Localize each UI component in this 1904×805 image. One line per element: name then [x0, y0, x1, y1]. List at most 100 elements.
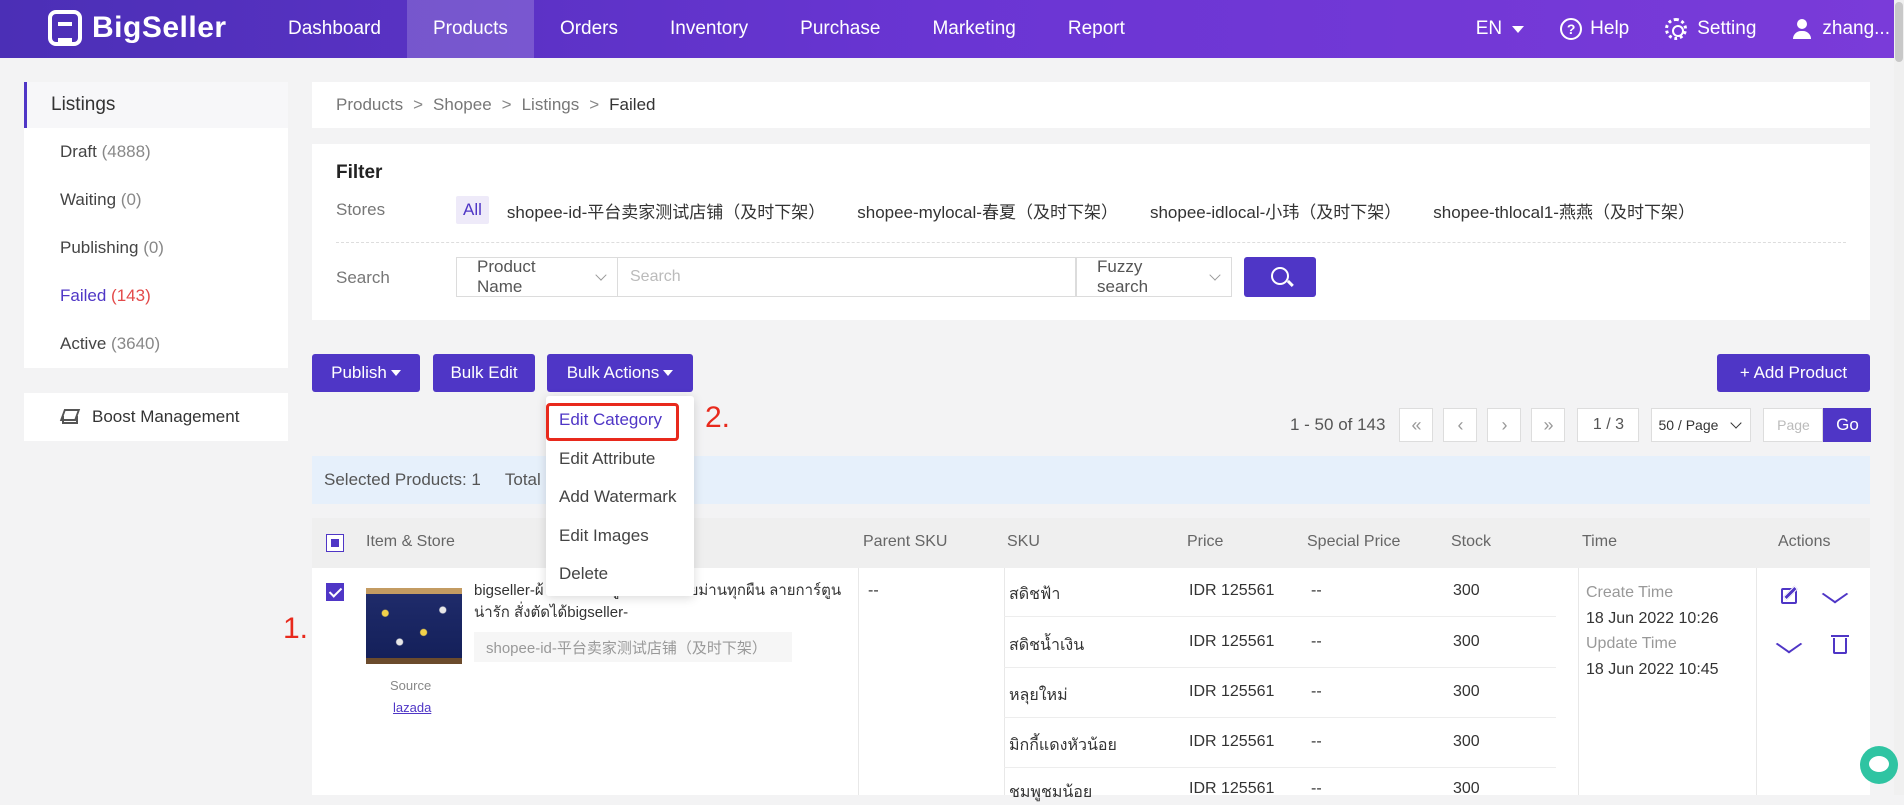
source-link[interactable]: lazada [393, 700, 431, 715]
column-divider [858, 568, 859, 795]
boost-management-link[interactable]: Boost Management [24, 393, 288, 441]
caret-down-icon [390, 370, 401, 376]
search-input[interactable]: Search [618, 257, 1076, 297]
bigseller-logo[interactable]: BigSeller [48, 10, 227, 46]
first-page-button[interactable]: « [1399, 408, 1434, 442]
publish-icon[interactable] [1821, 584, 1849, 604]
republish-icon[interactable] [1775, 634, 1803, 654]
parent-sku: -- [868, 582, 879, 599]
row-divider [1004, 616, 1556, 617]
sidebar-item-label: Draft [60, 142, 97, 161]
page-scrollbar[interactable] [1894, 0, 1904, 795]
store-tag: shopee-id-平台卖家测试店铺（及时下架） [474, 632, 792, 662]
page-size-select[interactable]: 50 / Page [1651, 408, 1752, 442]
language-selector[interactable]: EN [1475, 18, 1525, 40]
search-label: Search [336, 268, 390, 287]
delete-icon[interactable] [1831, 635, 1849, 654]
sidebar-item-failed[interactable]: Failed (143) [24, 272, 288, 320]
variant-stock: 300 [1453, 733, 1480, 750]
search-button[interactable] [1244, 257, 1316, 297]
breadcrumb-separator: > [413, 95, 424, 114]
last-page-button[interactable]: » [1531, 408, 1566, 442]
chevron-down-icon [1730, 416, 1743, 429]
store-option-all[interactable]: All [456, 196, 489, 224]
breadcrumb-products[interactable]: Products [336, 95, 403, 115]
table-row: Source lazada bigseller-ผ้ ... กว้าง3 สู… [312, 568, 1870, 801]
publish-button[interactable]: Publish [312, 354, 420, 392]
menu-item-edit-attribute[interactable]: Edit Attribute [559, 449, 655, 469]
row-divider [1004, 667, 1556, 668]
variant-sku: หลุยใหม่ [1009, 687, 1068, 704]
sidebar-item-publishing[interactable]: Publishing (0) [24, 224, 288, 272]
create-time-value: 18 Jun 2022 10:26 [1586, 609, 1719, 627]
publish-label: Publish [331, 363, 387, 382]
variant-sku: มิกกี้แดงหัวน้อย [1009, 737, 1117, 754]
row-checkbox[interactable] [326, 583, 344, 601]
menu-item-delete[interactable]: Delete [559, 564, 608, 584]
bulk-edit-button[interactable]: Bulk Edit [433, 354, 535, 392]
scrollbar-thumb[interactable] [1895, 2, 1903, 62]
help-link[interactable]: ? Help [1560, 18, 1629, 40]
user-menu[interactable]: zhang... [1792, 18, 1890, 40]
menu-item-add-watermark[interactable]: Add Watermark [559, 487, 676, 507]
bulk-actions-label: Bulk Actions [566, 363, 660, 382]
nav-products[interactable]: Products [406, 0, 534, 58]
nav-dashboard[interactable]: Dashboard [262, 0, 407, 58]
variant-price: IDR 125561 [1189, 582, 1275, 599]
layers-icon [60, 409, 78, 425]
sidebar-item-active[interactable]: Active (3640) [24, 320, 288, 368]
sidebar-item-count: (0) [120, 190, 142, 209]
search-mode-select[interactable]: Fuzzy search [1076, 257, 1232, 297]
breadcrumb: Products > Shopee > Listings > Failed [312, 82, 1870, 128]
store-option[interactable]: shopee-mylocal-春夏（及时下架） [857, 198, 1118, 223]
page-jump-input[interactable]: Page [1763, 408, 1824, 442]
select-all-checkbox[interactable] [326, 534, 344, 552]
column-actions: Actions [1778, 533, 1831, 550]
prev-page-button[interactable]: ‹ [1443, 408, 1478, 442]
breadcrumb-separator: > [589, 95, 600, 114]
pagination-range: 1 - 50 of 143 [1290, 415, 1386, 434]
column-special-price: Special Price [1307, 533, 1401, 550]
column-item-store: Item & Store [366, 533, 455, 550]
nav-report[interactable]: Report [1042, 0, 1151, 58]
language-label: EN [1475, 18, 1503, 39]
search-field-select[interactable]: Product Name [456, 257, 618, 297]
help-icon: ? [1560, 18, 1583, 40]
variant-price: IDR 125561 [1189, 633, 1275, 650]
chevron-down-icon [595, 268, 607, 281]
column-stock: Stock [1451, 533, 1492, 550]
store-option[interactable]: shopee-idlocal-小玮（及时下架） [1150, 198, 1401, 223]
menu-item-edit-images[interactable]: Edit Images [559, 526, 649, 546]
variant-price: IDR 125561 [1189, 733, 1275, 750]
user-name: zhang... [1822, 18, 1890, 39]
variant-sku: สดิชฟ้า [1009, 586, 1061, 603]
column-parent-sku: Parent SKU [863, 533, 948, 550]
update-time-label: Update Time [1586, 635, 1677, 652]
chat-support-button[interactable] [1860, 746, 1898, 784]
nav-inventory[interactable]: Inventory [644, 0, 774, 58]
next-page-button[interactable]: › [1487, 408, 1522, 442]
column-time: Time [1582, 533, 1617, 550]
add-product-button[interactable]: + Add Product [1717, 354, 1870, 392]
search-field-value: Product Name [477, 257, 536, 296]
go-button[interactable]: Go [1823, 408, 1872, 442]
nav-orders[interactable]: Orders [534, 0, 644, 58]
edit-icon[interactable] [1781, 588, 1797, 604]
product-thumbnail[interactable] [366, 588, 462, 664]
highlight-box [546, 403, 679, 441]
bulk-actions-button[interactable]: Bulk Actions [547, 354, 693, 392]
breadcrumb-listings[interactable]: Listings [522, 95, 580, 115]
nav-purchase[interactable]: Purchase [774, 0, 906, 58]
setting-link[interactable]: Setting [1665, 18, 1756, 40]
nav-marketing[interactable]: Marketing [906, 0, 1041, 58]
breadcrumb-shopee[interactable]: Shopee [433, 95, 492, 115]
sidebar-item-count: (3640) [111, 334, 161, 353]
variant-special-price: -- [1311, 683, 1322, 700]
store-option[interactable]: shopee-id-平台卖家测试店铺（及时下架） [507, 198, 825, 223]
store-option[interactable]: shopee-thlocal1-燕燕（及时下架） [1433, 198, 1695, 223]
sidebar-item-label: Publishing [60, 238, 139, 257]
gear-icon [1665, 18, 1688, 40]
variant-price: IDR 125561 [1189, 780, 1275, 797]
sidebar-item-draft[interactable]: Draft (4888) [24, 128, 288, 176]
sidebar-item-waiting[interactable]: Waiting (0) [24, 176, 288, 224]
